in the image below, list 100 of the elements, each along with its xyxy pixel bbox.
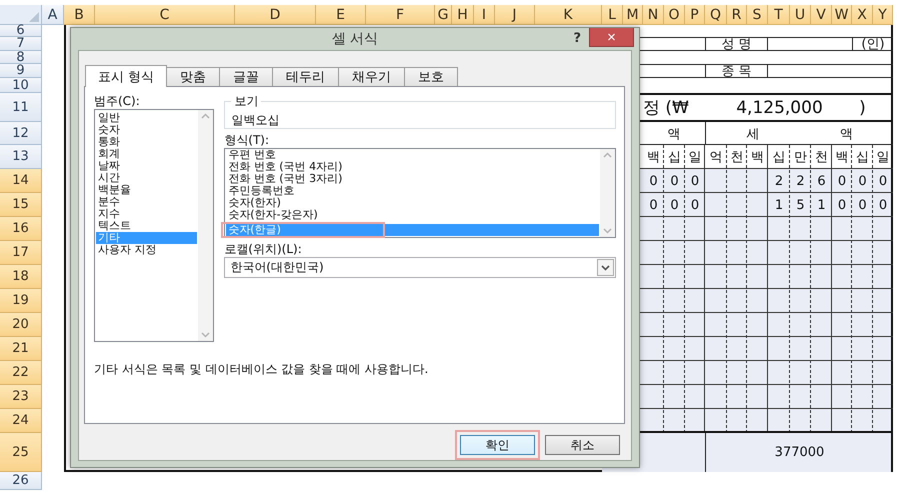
chevron-up-icon[interactable]	[603, 152, 612, 158]
column-header[interactable]: W	[832, 5, 852, 25]
column-header[interactable]: H	[452, 5, 474, 25]
row-header[interactable]: 22	[0, 361, 42, 385]
tab[interactable]: 보호	[404, 67, 458, 86]
list-item[interactable]: 일반	[96, 112, 198, 124]
column-header[interactable]: L	[602, 5, 623, 25]
digit-cell-text: 0	[648, 196, 659, 214]
chevron-up-icon[interactable]	[201, 113, 210, 119]
list-item[interactable]: 날짜	[96, 160, 198, 172]
help-button[interactable]: ?	[573, 31, 581, 46]
list-item[interactable]: 통화	[96, 136, 198, 148]
row-header[interactable]: 26	[0, 472, 42, 490]
digit-cell-text: 0	[690, 196, 700, 214]
list-item[interactable]: 우편 번호	[226, 149, 599, 161]
column-header[interactable]: J	[495, 5, 535, 25]
group-label: 보기	[233, 93, 260, 110]
digit-header: 백	[834, 149, 850, 167]
digit-header: 만	[793, 149, 808, 167]
list-item[interactable]: 백분율	[96, 184, 198, 196]
digit-cell-text: 0	[878, 172, 888, 190]
column-header[interactable]: X	[852, 5, 873, 25]
digit-header: 백	[646, 149, 661, 167]
column-header[interactable]: E	[316, 5, 366, 25]
description-text: 기타 서식은 목록 및 데이터베이스 값을 찾을 때에 사용합니다.	[94, 361, 430, 378]
tab[interactable]: 표시 형식	[85, 65, 168, 87]
list-item[interactable]: 주민등록번호	[226, 185, 599, 197]
row-header[interactable]: 13	[0, 145, 42, 169]
row-header[interactable]: 19	[0, 289, 42, 313]
close-button[interactable]: ×	[589, 28, 634, 47]
column-header[interactable]: D	[235, 5, 316, 25]
row-header[interactable]: 12	[0, 122, 42, 145]
column-header[interactable]: U	[790, 5, 811, 25]
tab[interactable]: 채우기	[338, 67, 406, 86]
scrollbar[interactable]	[198, 110, 214, 341]
list-item[interactable]: 지수	[96, 208, 198, 220]
digit-header: 십	[772, 149, 786, 167]
list-item[interactable]: 텍스트	[96, 220, 198, 232]
list-item[interactable]: 전화 번호 (국번 4자리)	[226, 161, 599, 173]
tab[interactable]: 글꼴	[219, 67, 274, 86]
row-header[interactable]: 7	[0, 37, 42, 51]
name-label: 성 명	[705, 37, 768, 51]
column-header[interactable]: Q	[705, 5, 727, 25]
chevron-down-icon[interactable]	[601, 264, 610, 270]
row-header[interactable]: 23	[0, 385, 42, 409]
column-header[interactable]: S	[747, 5, 768, 25]
column-header[interactable]: F	[366, 5, 435, 25]
column-header[interactable]: O	[664, 5, 685, 25]
row-header[interactable]: 9	[0, 64, 42, 78]
locale-dropdown[interactable]: 한국어(대한민국)	[224, 257, 616, 278]
column-header[interactable]: I	[474, 5, 495, 25]
row-header[interactable]: 14	[0, 169, 42, 193]
row-header[interactable]: 17	[0, 241, 42, 265]
dialog-button[interactable]: 취소	[545, 435, 620, 455]
digit-cell-text: 0	[690, 172, 700, 190]
row-header[interactable]: 25	[0, 433, 42, 472]
row-header[interactable]: 11	[0, 93, 42, 122]
row-header[interactable]: 24	[0, 409, 42, 433]
column-title: 액	[840, 126, 853, 142]
column-header[interactable]: R	[727, 5, 747, 25]
column-header[interactable]: G	[435, 5, 452, 25]
row-header[interactable]: 20	[0, 313, 42, 337]
column-header[interactable]: N	[643, 5, 664, 25]
column-header[interactable]: A	[42, 5, 64, 25]
row-header[interactable]: 8	[0, 51, 42, 64]
digit-cell-text: 2	[795, 172, 806, 190]
list-item[interactable]: 숫자(한자-갖은자)	[226, 209, 599, 221]
row-header[interactable]: 15	[0, 193, 42, 217]
column-header[interactable]: Y	[873, 5, 893, 25]
list-item[interactable]: 전화 번호 (국번 3자리)	[226, 173, 599, 185]
column-header[interactable]: K	[535, 5, 602, 25]
list-item[interactable]: 회계	[96, 148, 198, 160]
digit-header: 십	[855, 149, 870, 167]
digit-cell-text: 0	[669, 196, 680, 214]
list-item[interactable]: 숫자(한자)	[226, 197, 599, 209]
digit-header: 일	[688, 149, 702, 167]
column-header[interactable]: C	[95, 5, 235, 25]
scrollbar[interactable]	[600, 149, 615, 237]
list-item[interactable]: 시간	[96, 172, 198, 184]
sum-cell: 377000	[705, 433, 893, 472]
tab[interactable]: 맞춤	[166, 67, 220, 86]
column-header[interactable]: M	[623, 5, 643, 25]
row-header[interactable]: 21	[0, 337, 42, 361]
seal-label: (인)	[852, 37, 893, 51]
list-item[interactable]: 숫자	[96, 124, 198, 136]
column-header[interactable]: P	[685, 5, 705, 25]
tab[interactable]: 테두리	[272, 67, 340, 86]
column-header[interactable]: B	[64, 5, 95, 25]
column-header[interactable]: V	[811, 5, 832, 25]
dialog-button[interactable]: 확인	[460, 435, 535, 455]
column-header[interactable]: T	[768, 5, 790, 25]
digit-cell-text: 6	[816, 172, 827, 190]
list-item[interactable]: 분수	[96, 196, 198, 208]
column-title: 액	[666, 126, 682, 144]
list-item[interactable]: 사용자 지정	[96, 244, 198, 256]
select-all-icon[interactable]	[29, 12, 39, 22]
row-header[interactable]: 16	[0, 217, 42, 241]
row-header[interactable]: 18	[0, 265, 42, 289]
row-header[interactable]: 10	[0, 78, 42, 93]
row-header[interactable]: 6	[0, 25, 42, 37]
